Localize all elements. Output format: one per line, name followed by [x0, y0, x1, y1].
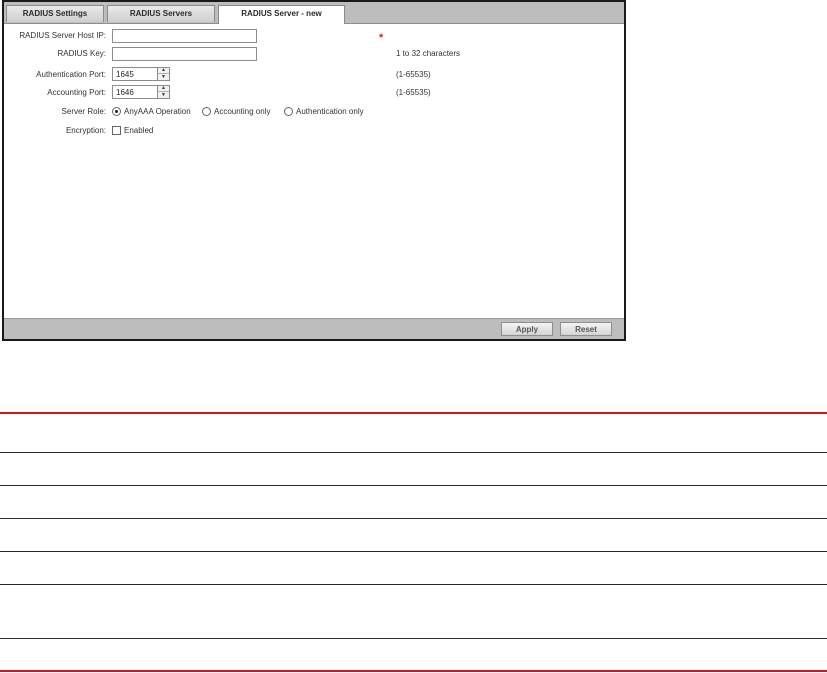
encryption-enabled-label: Enabled [124, 126, 154, 135]
host-ip-label: RADIUS Server Host IP: [19, 31, 106, 40]
tab-bar: RADIUS Settings RADIUS Servers RADIUS Se… [4, 2, 624, 24]
reset-button[interactable]: Reset [560, 322, 612, 336]
encryption-label: Encryption: [65, 126, 106, 135]
decrement-arrow-icon[interactable]: ▼ [158, 74, 169, 80]
radius-server-form: RADIUS Server Host IP: * RADIUS Key: 1 t… [4, 24, 624, 319]
table-top-rule [0, 412, 827, 414]
acct-port-label: Accounting Port: [47, 88, 106, 97]
radio-unselected-icon [284, 107, 293, 116]
table-row-divider [0, 638, 827, 639]
host-ip-input[interactable] [112, 29, 257, 43]
button-bar: Apply Reset [4, 318, 624, 339]
role-authentication-label: Authentication only [296, 107, 364, 116]
encryption-enabled-checkbox[interactable]: Enabled [112, 125, 153, 137]
role-any-aaa-radio[interactable]: AnyAAA Operation [112, 106, 191, 118]
checkbox-icon [112, 126, 121, 135]
table-row-divider [0, 452, 827, 453]
tab-radius-servers[interactable]: RADIUS Servers [107, 5, 215, 22]
role-authentication-radio[interactable]: Authentication only [284, 106, 364, 118]
decrement-arrow-icon[interactable]: ▼ [158, 92, 169, 98]
acct-port-hint: (1-65535) [396, 88, 431, 97]
radio-selected-icon [112, 107, 121, 116]
table-row-divider [0, 485, 827, 486]
auth-port-value: 1645 [116, 70, 134, 79]
radius-key-label: RADIUS Key: [57, 49, 106, 58]
radius-key-hint: 1 to 32 characters [396, 49, 461, 58]
auth-port-stepper[interactable]: 1645 ▲ ▼ [112, 67, 170, 81]
apply-button[interactable]: Apply [501, 322, 553, 336]
table-row-divider [0, 584, 827, 585]
role-accounting-label: Accounting only [214, 107, 271, 116]
tab-radius-server-new[interactable]: RADIUS Server - new [218, 5, 345, 24]
radius-key-input[interactable] [112, 47, 257, 61]
tab-radius-settings[interactable]: RADIUS Settings [6, 5, 104, 22]
required-marker: * [379, 32, 384, 44]
acct-port-value: 1646 [116, 88, 134, 97]
acct-port-stepper[interactable]: 1646 ▲ ▼ [112, 85, 170, 99]
auth-port-hint: (1-65535) [396, 70, 431, 79]
role-any-aaa-label: AnyAAA Operation [124, 107, 191, 116]
server-role-label: Server Role: [61, 107, 106, 116]
table-row-divider [0, 551, 827, 552]
radio-unselected-icon [202, 107, 211, 116]
table-bottom-rule [0, 670, 827, 672]
auth-port-label: Authentication Port: [36, 70, 106, 79]
role-accounting-radio[interactable]: Accounting only [202, 106, 270, 118]
radius-server-dialog: RADIUS Settings RADIUS Servers RADIUS Se… [2, 0, 626, 341]
table-row-divider [0, 518, 827, 519]
